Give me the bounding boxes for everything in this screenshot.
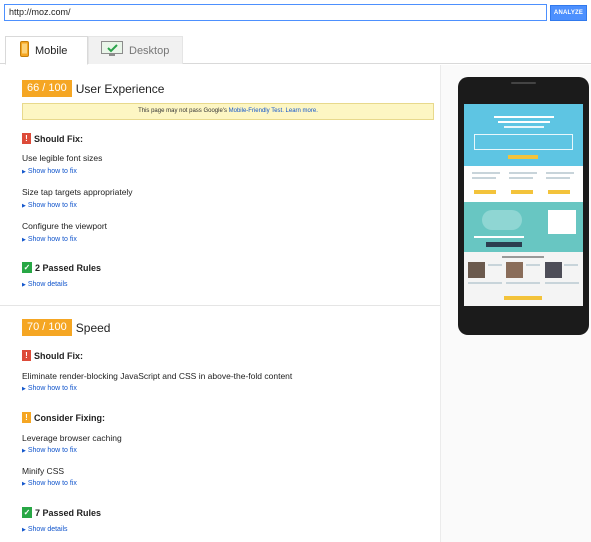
ux-title: User Experience (75, 81, 165, 96)
phone-screenshot (464, 104, 583, 306)
show-how-label: Show how to fix (27, 480, 77, 487)
speed-title: Speed (75, 320, 111, 335)
ux-should-fix-label: Should Fix: (34, 133, 83, 144)
notice-text: This page may not pass Google's (138, 108, 229, 114)
phone-icon (20, 41, 29, 60)
ux-rule-font-sizes: Use legible font sizes (22, 153, 103, 163)
preview-testimonials (464, 252, 583, 306)
learn-more-link[interactable]: Learn more. (286, 108, 318, 114)
speed-passed-heading: ✓ 7 Passed Rules (22, 507, 101, 518)
expand-triangle-icon: ▶ (22, 481, 26, 487)
speed-show-how-fix-2[interactable]: ▶ Show how to fix (22, 447, 77, 454)
checkmark-icon: ✓ (22, 507, 32, 518)
speed-rule-render-blocking: Eliminate render-blocking JavaScript and… (22, 371, 293, 381)
ux-score-header: 66 / 100 User Experience (22, 80, 164, 97)
ux-show-how-fix-3[interactable]: ▶ Show how to fix (22, 236, 77, 243)
mobile-friendly-test-link[interactable]: Mobile-Friendly Test. (229, 108, 284, 114)
tab-desktop-label: Desktop (129, 44, 170, 57)
speed-score-badge: 70 / 100 (22, 319, 72, 336)
speed-should-fix-label: Should Fix: (34, 350, 83, 361)
speed-passed-label: 7 Passed Rules (35, 507, 102, 518)
phone-preview (458, 77, 589, 335)
ux-rule-tap-targets: Size tap targets appropriately (22, 187, 133, 197)
speed-rule-caching: Leverage browser caching (22, 433, 122, 443)
section-divider (0, 305, 440, 306)
preview-columns (464, 166, 583, 202)
expand-triangle-icon: ▶ (22, 386, 26, 392)
tab-bar: Mobile Desktop (0, 36, 591, 65)
results-panel: 66 / 100 User Experience This page may n… (0, 65, 440, 542)
ux-passed-heading: ✓ 2 Passed Rules (22, 262, 101, 273)
speed-should-fix-heading: ! Should Fix: (22, 350, 83, 361)
ux-passed-label: 2 Passed Rules (35, 262, 102, 273)
show-how-label: Show how to fix (27, 202, 77, 209)
speed-consider-label: Consider Fixing: (34, 412, 106, 423)
ux-score-badge: 66 / 100 (22, 80, 72, 97)
url-input[interactable]: http://moz.com/ (4, 4, 547, 21)
preview-teal-band (464, 202, 583, 252)
tab-mobile-label: Mobile (35, 44, 68, 57)
show-details-label: Show details (27, 281, 68, 288)
preview-panel (440, 65, 591, 542)
expand-triangle-icon: ▶ (22, 237, 26, 243)
checkmark-icon: ✓ (22, 262, 32, 273)
expand-triangle-icon: ▶ (22, 282, 26, 288)
ux-show-how-fix-1[interactable]: ▶ Show how to fix (22, 168, 77, 175)
speed-show-details[interactable]: ▶ Show details (22, 526, 68, 533)
show-how-label: Show how to fix (27, 385, 77, 392)
expand-triangle-icon: ▶ (22, 527, 26, 533)
expand-triangle-icon: ▶ (22, 203, 26, 209)
show-how-label: Show how to fix (27, 447, 77, 454)
exclamation-icon: ! (22, 412, 31, 423)
expand-triangle-icon: ▶ (22, 448, 26, 454)
preview-hero (464, 104, 583, 166)
speed-show-how-fix-3[interactable]: ▶ Show how to fix (22, 480, 77, 487)
speed-show-how-fix-1[interactable]: ▶ Show how to fix (22, 385, 77, 392)
tab-mobile[interactable]: Mobile (5, 36, 88, 65)
tab-desktop[interactable]: Desktop (88, 36, 183, 64)
ux-rule-viewport: Configure the viewport (22, 221, 108, 231)
speed-score-header: 70 / 100 Speed (22, 319, 110, 336)
ux-show-details[interactable]: ▶ Show details (22, 281, 68, 288)
ux-show-how-fix-2[interactable]: ▶ Show how to fix (22, 202, 77, 209)
ux-should-fix-heading: ! Should Fix: (22, 133, 83, 144)
show-how-label: Show how to fix (27, 168, 77, 175)
show-details-label: Show details (27, 526, 68, 533)
exclamation-icon: ! (22, 133, 31, 144)
exclamation-icon: ! (22, 350, 31, 361)
speed-rule-minify-css: Minify CSS (22, 466, 65, 476)
analyze-button[interactable]: ANALYZE (550, 5, 587, 21)
mobile-friendly-notice: This page may not pass Google's Mobile-F… (22, 103, 434, 120)
speed-consider-heading: ! Consider Fixing: (22, 412, 105, 423)
phone-speaker (511, 82, 536, 84)
expand-triangle-icon: ▶ (22, 169, 26, 175)
show-how-label: Show how to fix (27, 236, 77, 243)
monitor-icon (101, 41, 123, 60)
